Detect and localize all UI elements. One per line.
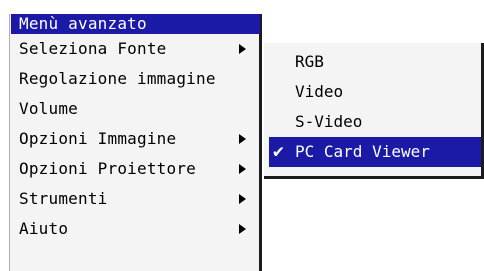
- menu-item-label: Regolazione immagine: [19, 69, 216, 88]
- submenu-item-pc-card-viewer[interactable]: ✔ PC Card Viewer: [269, 137, 481, 167]
- submenu-item-label: Video: [295, 82, 344, 101]
- menu-item-label: Seleziona Fonte: [19, 39, 167, 58]
- menu-item-volume[interactable]: Volume: [10, 94, 260, 124]
- submenu-item-video[interactable]: Video: [269, 77, 481, 107]
- menu-item-aiuto[interactable]: Aiuto: [10, 214, 260, 244]
- menu-item-strumenti[interactable]: Strumenti: [10, 184, 260, 214]
- checkmark-icon: ✔: [273, 141, 284, 162]
- menu-item-label: Strumenti: [19, 189, 108, 208]
- advanced-menu: Menù avanzato Seleziona Fonte Regolazion…: [9, 14, 262, 271]
- menu-item-label: Volume: [19, 99, 78, 118]
- menu-item-label: Aiuto: [19, 219, 69, 238]
- submenu-item-rgb[interactable]: RGB: [269, 47, 481, 77]
- menu-item-opzioni-immagine[interactable]: Opzioni Immagine: [10, 124, 260, 154]
- submenu-arrow-icon: [239, 194, 246, 204]
- submenu-arrow-icon: [239, 134, 246, 144]
- menu-item-regolazione-immagine[interactable]: Regolazione immagine: [10, 64, 260, 94]
- menu-item-opzioni-proiettore[interactable]: Opzioni Proiettore: [10, 154, 260, 184]
- submenu-item-label: S-Video: [295, 112, 363, 131]
- submenu-arrow-icon: [239, 164, 246, 174]
- menu-item-label: Opzioni Immagine: [19, 129, 177, 148]
- submenu-item-label: PC Card Viewer: [295, 142, 430, 161]
- submenu-item-s-video[interactable]: S-Video: [269, 107, 481, 137]
- menu-title: Menù avanzato: [11, 14, 260, 34]
- submenu-arrow-icon: [239, 224, 246, 234]
- menu-item-seleziona-fonte[interactable]: Seleziona Fonte: [10, 34, 260, 64]
- menu-item-label: Opzioni Proiettore: [19, 159, 196, 178]
- source-submenu: RGB Video S-Video ✔ PC Card Viewer: [264, 43, 484, 179]
- submenu-item-label: RGB: [295, 52, 324, 71]
- submenu-arrow-icon: [239, 44, 246, 54]
